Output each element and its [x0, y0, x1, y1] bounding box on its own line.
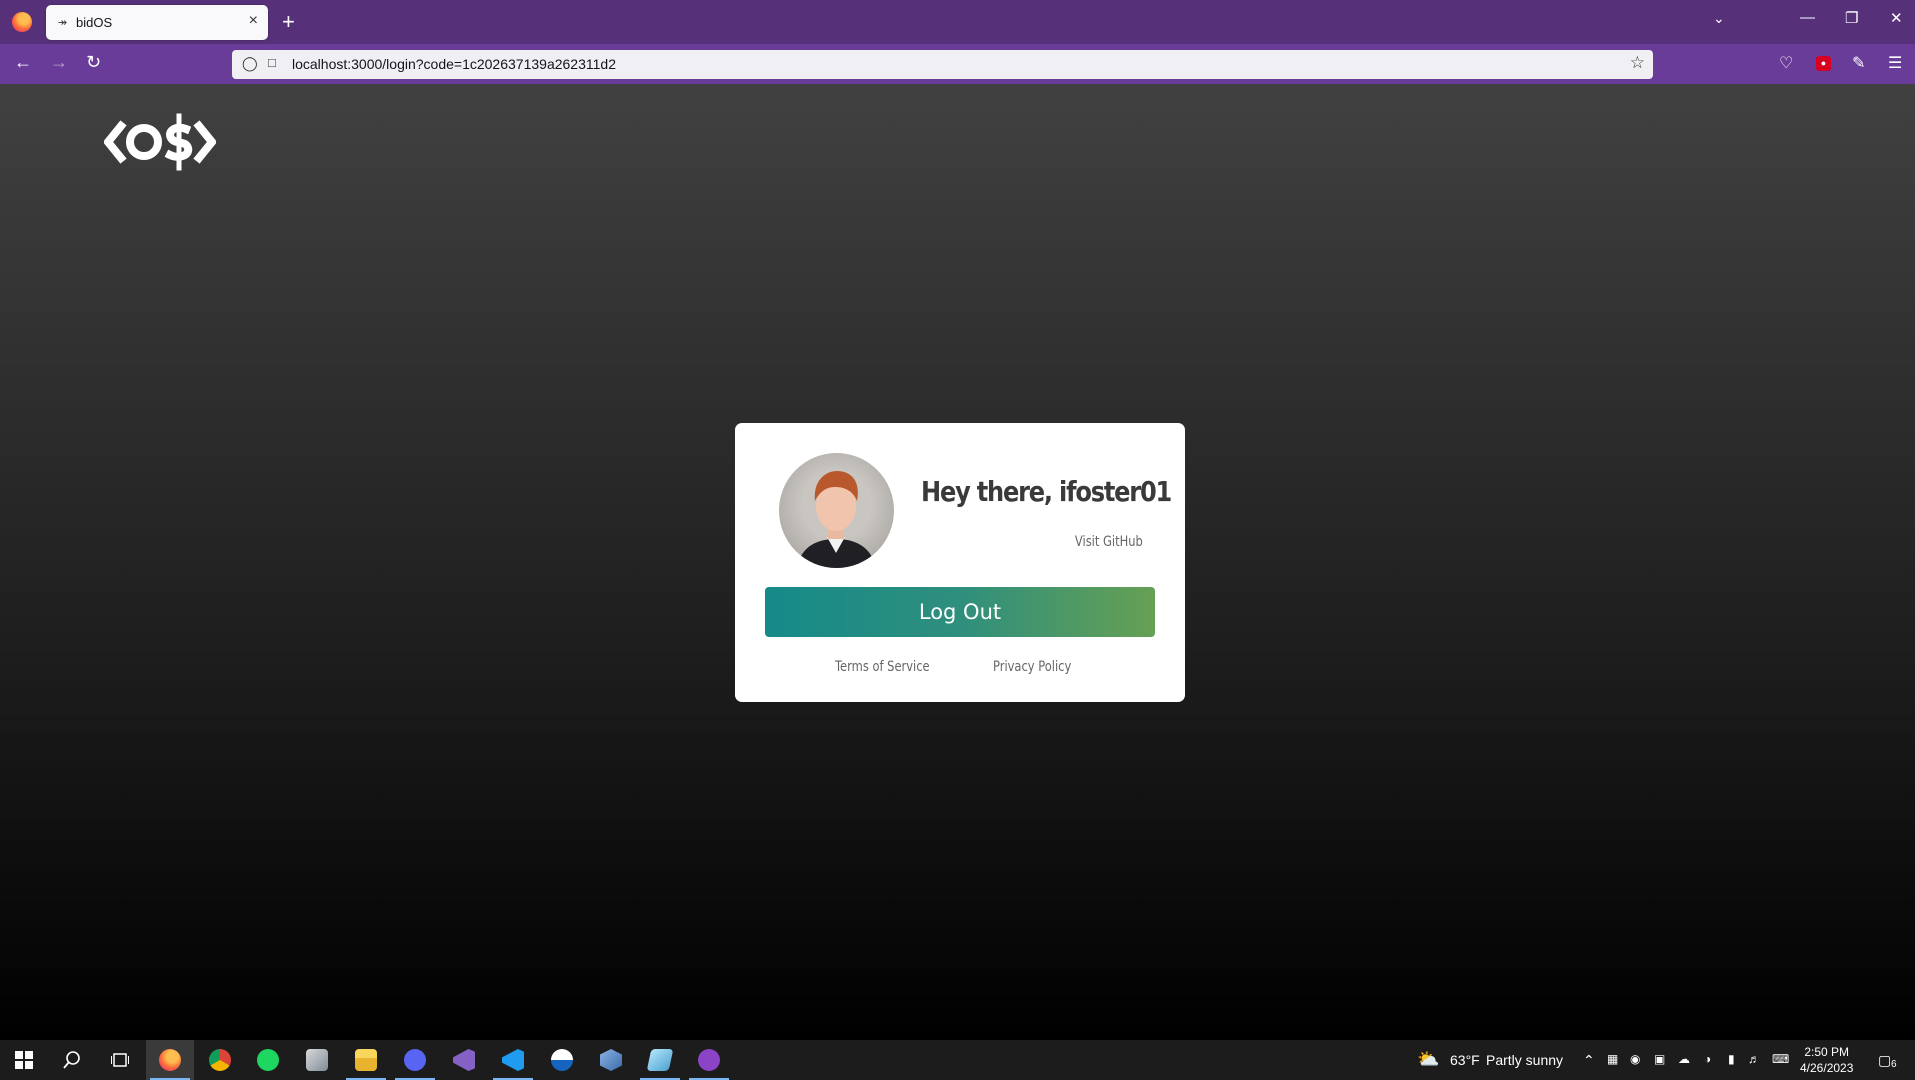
clock-date: 4/26/2023: [1800, 1061, 1854, 1075]
bookmark-star-icon[interactable]: ☆: [1630, 53, 1645, 73]
notification-count: 6: [1891, 1059, 1897, 1070]
navigation-toolbar: ← → ↻ ◯ □ localhost:3000/login?code=1c20…: [0, 44, 1915, 84]
list-all-tabs-icon[interactable]: ⌄: [1713, 10, 1725, 27]
windows-taskbar: ⛅ 63°F Partly sunny ⌃ ▦ ◉ ▣ ☁ ◑ ▮ ♬ ⌨ 2:…: [0, 1040, 1915, 1080]
app-menu-icon[interactable]: ☰: [1888, 53, 1902, 73]
address-bar[interactable]: ◯ □ localhost:3000/login?code=1c20263713…: [232, 50, 1653, 79]
chrome-icon[interactable]: [196, 1040, 244, 1080]
start-button[interactable]: [0, 1040, 48, 1080]
tray-app-icon[interactable]: ▦: [1607, 1052, 1618, 1066]
password-manager-icon[interactable]: ●: [1816, 56, 1831, 71]
back-icon[interactable]: ←: [14, 52, 32, 73]
terms-of-service-link[interactable]: Terms of Service: [835, 659, 930, 675]
firefox-menu-icon[interactable]: [12, 12, 32, 32]
url-text[interactable]: localhost:3000/login?code=1c202637139a26…: [292, 56, 616, 72]
weather-text[interactable]: Partly sunny: [1486, 1052, 1563, 1068]
file-explorer-icon[interactable]: [342, 1040, 390, 1080]
task-view-icon[interactable]: [96, 1040, 144, 1080]
login-card: Hey there, ifoster01 Visit GitHub Log Ou…: [735, 423, 1185, 702]
weather-temp[interactable]: 63°F: [1450, 1052, 1480, 1068]
greeting-heading: Hey there, ifoster01: [921, 475, 1172, 508]
pocket-icon[interactable]: ♡: [1779, 53, 1793, 73]
system-clock[interactable]: 2:50 PM 4/26/2023: [1800, 1044, 1853, 1076]
app-icon[interactable]: [636, 1040, 684, 1080]
profile-photo: [797, 471, 876, 568]
visit-github-link[interactable]: Visit GitHub: [1075, 534, 1143, 550]
bidos-logo[interactable]: [102, 112, 218, 177]
restore-icon[interactable]: ❐: [1845, 9, 1858, 27]
minimize-icon[interactable]: —: [1800, 9, 1815, 26]
taskbar-search-icon[interactable]: [48, 1040, 96, 1080]
forward-icon[interactable]: →: [50, 52, 68, 73]
visual-studio-icon[interactable]: [440, 1040, 488, 1080]
tab-bidos[interactable]: ↠ bidOS ×: [46, 5, 268, 40]
log-out-button[interactable]: Log Out: [765, 587, 1155, 637]
notifications-icon[interactable]: ▢: [1878, 1052, 1891, 1069]
github-desktop-icon[interactable]: [685, 1040, 733, 1080]
page-info-icon[interactable]: □: [268, 55, 276, 70]
discord-icon[interactable]: [391, 1040, 439, 1080]
tab-strip: ↠ bidOS × + ⌄ — ❐ ✕: [0, 0, 1915, 44]
app-icon[interactable]: [538, 1040, 586, 1080]
vscode-icon[interactable]: [489, 1040, 537, 1080]
close-tab-icon[interactable]: ×: [249, 12, 258, 30]
app-icon[interactable]: [293, 1040, 341, 1080]
virtualbox-icon[interactable]: [587, 1040, 635, 1080]
tab-favicon-icon: ↠: [58, 17, 68, 29]
new-tab-button[interactable]: +: [282, 9, 295, 35]
wifi-icon[interactable]: ◑: [1704, 1052, 1711, 1066]
keyboard-icon[interactable]: ⌨: [1772, 1052, 1789, 1066]
show-hidden-icons-icon[interactable]: ⌃: [1583, 1052, 1595, 1069]
privacy-policy-link[interactable]: Privacy Policy: [993, 659, 1071, 675]
extensions-icon[interactable]: ✎: [1852, 53, 1865, 73]
tray-app-icon[interactable]: ◉: [1630, 1052, 1640, 1066]
weather-icon[interactable]: ⛅: [1417, 1049, 1439, 1070]
avatar: [779, 453, 894, 568]
tray-app-icon[interactable]: ▣: [1654, 1052, 1665, 1066]
volume-icon[interactable]: ♬: [1748, 1052, 1760, 1066]
spotify-icon[interactable]: [244, 1040, 292, 1080]
reload-icon[interactable]: ↻: [86, 52, 101, 73]
onedrive-icon[interactable]: ☁: [1678, 1052, 1690, 1066]
close-window-icon[interactable]: ✕: [1890, 9, 1903, 27]
clock-time: 2:50 PM: [1804, 1045, 1850, 1059]
page-background: Hey there, ifoster01 Visit GitHub Log Ou…: [0, 84, 1915, 1040]
tab-title: bidOS: [76, 15, 113, 30]
bidos-logo-icon: [102, 113, 218, 171]
tracking-shield-icon[interactable]: ◯: [242, 55, 258, 72]
microphone-icon[interactable]: ▮: [1728, 1052, 1735, 1066]
windows-start-icon: [15, 1051, 33, 1069]
firefox-taskbar-icon[interactable]: [146, 1040, 194, 1080]
